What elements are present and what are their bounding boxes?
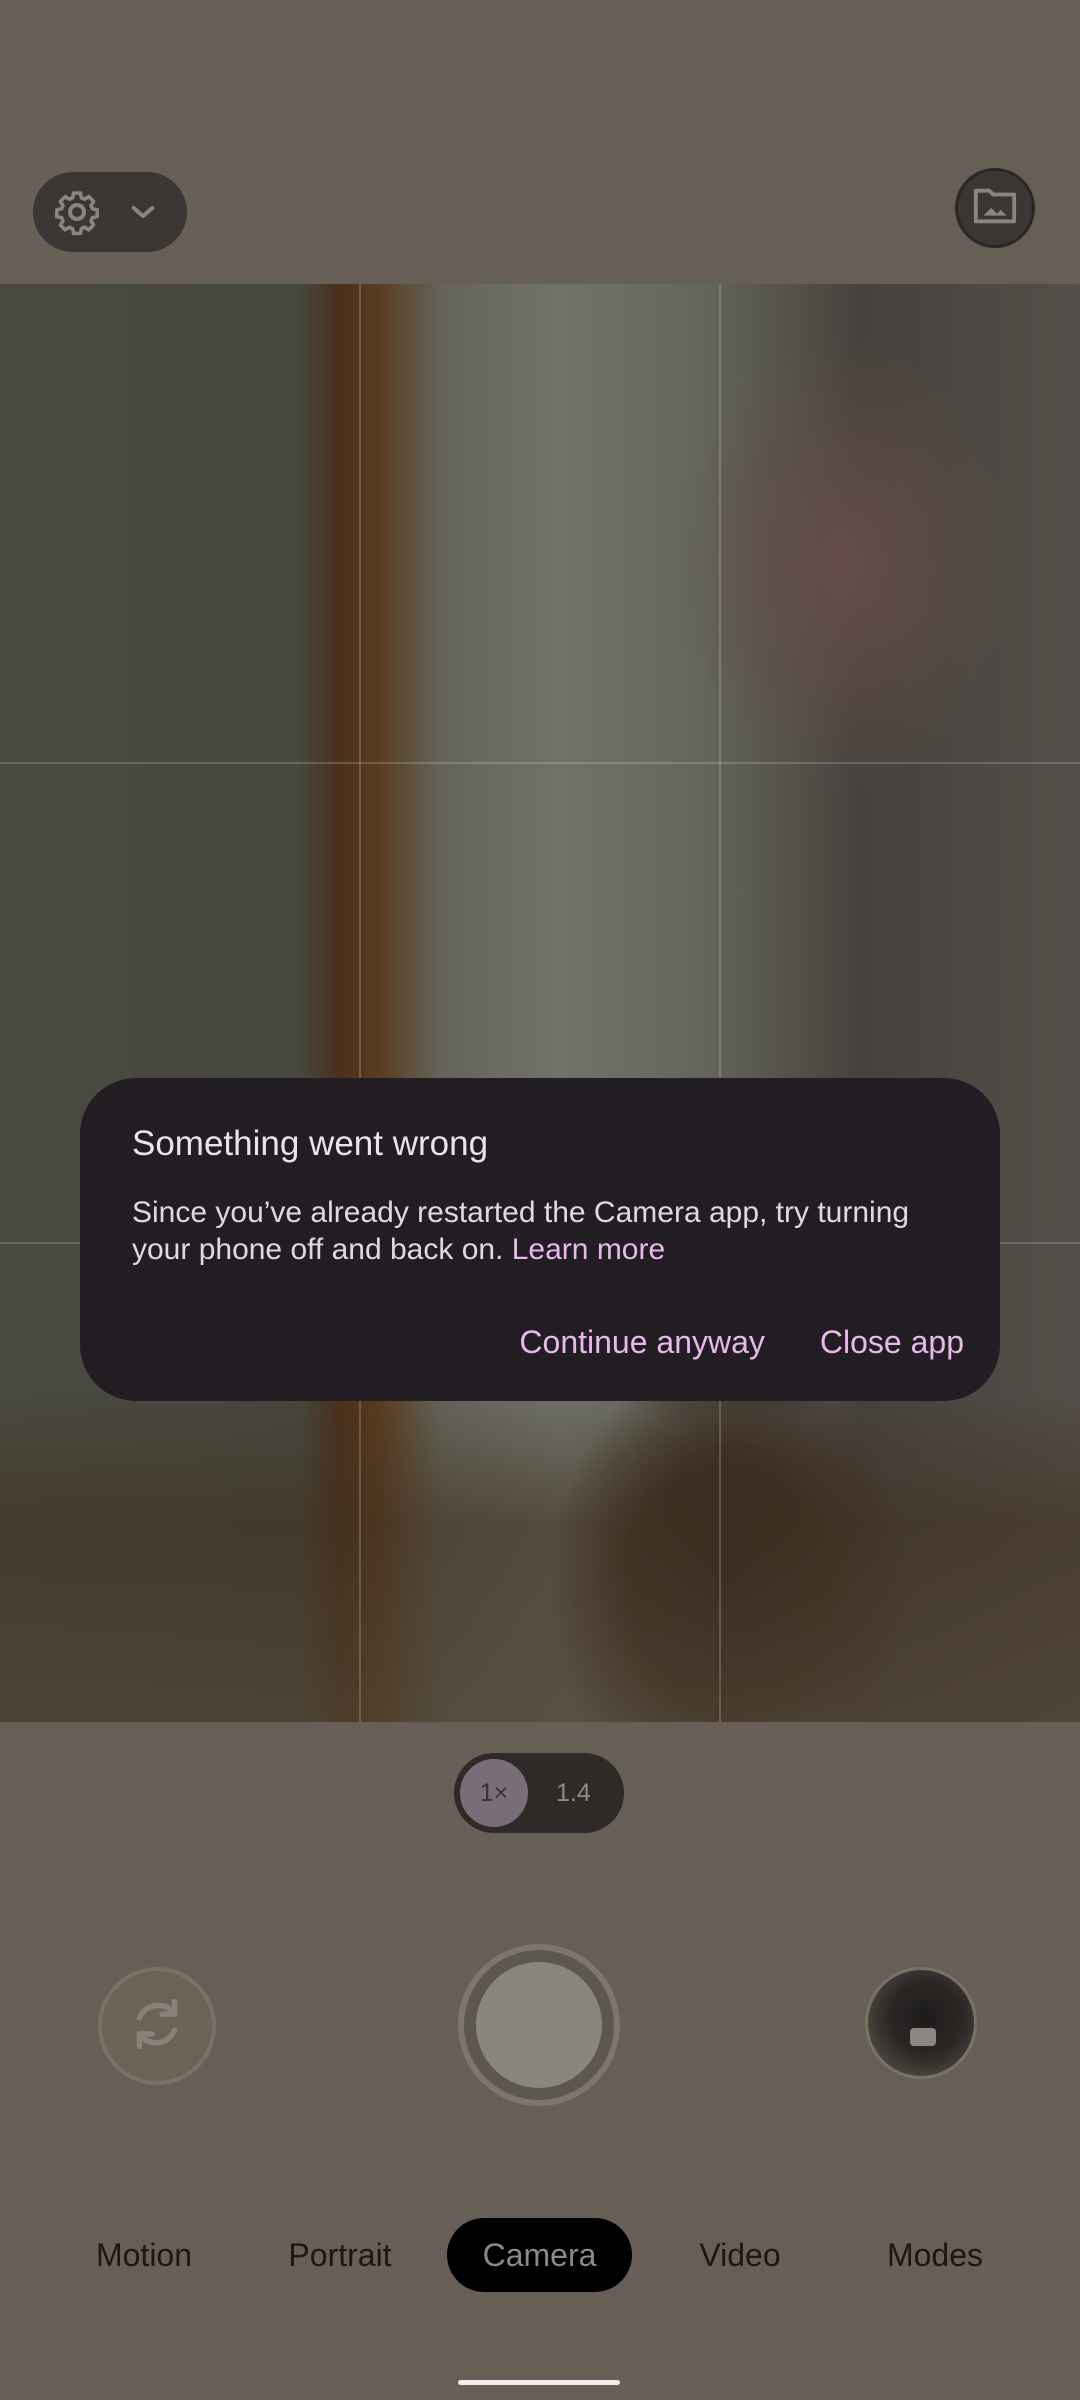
learn-more-link[interactable]: Learn more	[512, 1233, 665, 1266]
shutter-button[interactable]	[458, 1944, 620, 2106]
thumbnail-image-detail	[910, 2028, 936, 2046]
last-photo-thumbnail[interactable]	[865, 1967, 977, 2079]
zoom-selector: 1× 1.4	[454, 1753, 624, 1833]
rotate-camera-icon	[127, 1994, 187, 2059]
dialog-actions: Continue anyway Close app	[519, 1322, 964, 1362]
dialog-title: Something went wrong	[132, 1124, 489, 1163]
mode-video[interactable]: Video	[668, 2218, 812, 2292]
navigation-handle[interactable]	[458, 2380, 620, 2385]
close-app-button[interactable]: Close app	[820, 1322, 964, 1362]
camera-viewfinder[interactable]	[0, 284, 1080, 1722]
continue-anyway-button[interactable]: Continue anyway	[519, 1322, 764, 1362]
mode-portrait[interactable]: Portrait	[268, 2218, 412, 2292]
folder-image-icon	[972, 186, 1018, 231]
camera-mode-bar: Motion Portrait Camera Video Modes	[0, 2218, 1080, 2292]
gear-icon	[53, 188, 101, 241]
zoom-option-1-4x[interactable]: 1.4	[556, 1753, 591, 1833]
grid-line-vertical-2	[719, 284, 721, 1722]
zoom-option-1x[interactable]: 1×	[460, 1759, 528, 1827]
mode-modes[interactable]: Modes	[863, 2218, 1007, 2292]
dialog-message: Since you’ve already restarted the Camer…	[132, 1194, 948, 1268]
grid-line-vertical-1	[359, 284, 361, 1722]
flip-camera-button[interactable]	[98, 1967, 216, 2085]
settings-dropdown-button[interactable]	[33, 172, 187, 252]
grid-line-horizontal-1	[0, 762, 1080, 764]
viewfinder-scrim	[0, 284, 1080, 1722]
error-dialog: Something went wrong Since you’ve alread…	[80, 1078, 1000, 1401]
chevron-down-icon	[125, 196, 161, 233]
mode-camera[interactable]: Camera	[447, 2218, 632, 2292]
shutter-icon	[476, 1962, 602, 2088]
gallery-button[interactable]	[955, 168, 1035, 248]
mode-motion[interactable]: Motion	[72, 2218, 216, 2292]
